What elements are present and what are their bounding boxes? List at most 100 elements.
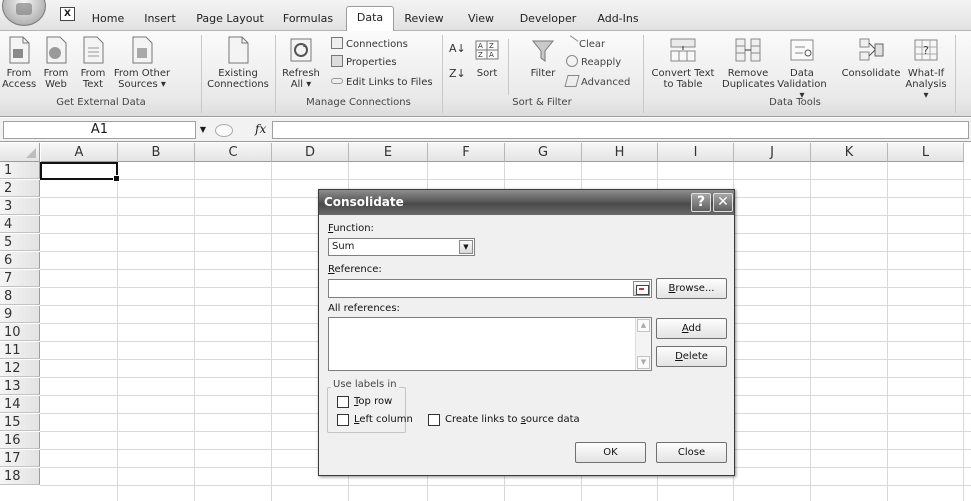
left-column-checkbox[interactable] xyxy=(337,414,349,426)
tab-page-layout[interactable]: Page Layout xyxy=(192,8,268,31)
collapse-dialog-icon[interactable] xyxy=(633,281,650,296)
active-cell[interactable] xyxy=(40,162,120,182)
reapply-button[interactable]: Reapply xyxy=(566,55,621,71)
column-header-j[interactable]: J xyxy=(734,143,811,162)
scroll-down-icon[interactable]: ▼ xyxy=(637,356,650,369)
data-validation-line1: Data xyxy=(790,68,814,79)
row-header-18[interactable]: 18 xyxy=(0,468,40,485)
sort-label: Sort xyxy=(476,68,498,79)
remove-duplicates-button[interactable]: Remove Duplicates xyxy=(722,35,775,90)
row-header-1[interactable]: 1 xyxy=(0,162,40,179)
column-header-d[interactable]: D xyxy=(272,143,349,162)
tab-developer[interactable]: Developer xyxy=(516,8,580,31)
row-header-13[interactable]: 13 xyxy=(0,378,40,395)
svg-text:?: ? xyxy=(923,44,929,57)
column-header-k[interactable]: K xyxy=(811,143,888,162)
column-header-c[interactable]: C xyxy=(195,143,272,162)
properties-button[interactable]: Properties xyxy=(331,55,397,71)
existing-connections-button[interactable]: Existing Connections xyxy=(205,35,271,90)
sort-ascending-button[interactable]: A↓ xyxy=(449,41,466,57)
delete-button[interactable]: Delete xyxy=(656,346,727,367)
column-header-b[interactable]: B xyxy=(118,143,195,162)
create-links-checkbox[interactable] xyxy=(428,414,440,426)
formula-input[interactable] xyxy=(272,121,969,139)
close-button[interactable]: Close xyxy=(656,442,727,463)
insert-function-icon[interactable]: fx xyxy=(255,122,266,136)
sort-az-icon: A↓ xyxy=(449,42,466,55)
group-separator xyxy=(275,35,276,113)
row-header-3[interactable]: 3 xyxy=(0,198,40,215)
column-header-a[interactable]: A xyxy=(41,143,118,162)
qat-excel-icon[interactable]: X xyxy=(60,7,75,21)
row-header-9[interactable]: 9 xyxy=(0,306,40,323)
row-header-8[interactable]: 8 xyxy=(0,288,40,305)
row-header-4[interactable]: 4 xyxy=(0,216,40,233)
what-if-analysis-icon: ? xyxy=(914,39,938,61)
clear-filter-button[interactable]: Clear xyxy=(563,35,605,53)
column-header-h[interactable]: H xyxy=(582,143,658,162)
column-header-e[interactable]: E xyxy=(349,143,428,162)
scroll-up-icon[interactable]: ▲ xyxy=(637,319,650,332)
filter-button[interactable]: Filter xyxy=(524,35,562,79)
row-header-11[interactable]: 11 xyxy=(0,342,40,359)
column-header-f[interactable]: F xyxy=(428,143,505,162)
properties-icon xyxy=(331,55,343,67)
grid-row-line xyxy=(40,179,971,180)
edit-links-button[interactable]: Edit Links to Files xyxy=(331,75,433,91)
tab-insert[interactable]: Insert xyxy=(135,8,185,31)
row-header-5[interactable]: 5 xyxy=(0,234,40,251)
top-row-checkbox[interactable] xyxy=(337,396,349,408)
refresh-all-button[interactable]: Refresh All ▾ xyxy=(281,35,321,90)
convert-text-line2: to Table xyxy=(663,79,703,90)
column-header-g[interactable]: G xyxy=(505,143,582,162)
svg-text:A: A xyxy=(478,42,483,50)
sort-descending-button[interactable]: Z↓ xyxy=(449,66,466,82)
help-button[interactable]: ? xyxy=(691,193,711,212)
dialog-title-bar[interactable]: Consolidate ? ✕ xyxy=(319,190,734,215)
from-other-sources-button[interactable]: From Other Sources ▾ xyxy=(110,35,174,90)
ok-button[interactable]: OK xyxy=(575,442,646,463)
sort-button[interactable]: AZZA Sort xyxy=(470,35,504,79)
row-header-6[interactable]: 6 xyxy=(0,252,40,269)
dialog-close-icon[interactable]: ✕ xyxy=(713,193,733,212)
row-header-2[interactable]: 2 xyxy=(0,180,40,197)
function-dropdown[interactable]: Sum ▼ xyxy=(328,238,475,256)
tab-review[interactable]: Review xyxy=(399,8,449,31)
name-box[interactable]: A1 xyxy=(3,121,196,139)
advanced-filter-button[interactable]: Advanced xyxy=(564,75,630,91)
tab-home[interactable]: Home xyxy=(84,8,132,31)
references-scrollbar[interactable]: ▲ ▼ xyxy=(635,318,651,370)
row-header-12[interactable]: 12 xyxy=(0,360,40,377)
tab-add-ins[interactable]: Add-Ins xyxy=(590,8,646,31)
from-text-button[interactable]: From Text xyxy=(76,35,110,90)
office-button[interactable] xyxy=(2,0,46,26)
row-header-15[interactable]: 15 xyxy=(0,414,40,431)
add-button[interactable]: Add xyxy=(656,318,727,339)
reference-input[interactable] xyxy=(328,279,652,298)
row-header-7[interactable]: 7 xyxy=(0,270,40,287)
browse-button[interactable]: Browse... xyxy=(656,278,727,299)
all-references-list[interactable]: ▲ ▼ xyxy=(328,317,652,371)
grid-column-line xyxy=(194,162,195,501)
text-to-columns-button[interactable]: Convert Text to Table xyxy=(646,35,720,90)
from-access-button[interactable]: From Access xyxy=(2,35,36,90)
column-header-i[interactable]: I xyxy=(658,143,734,162)
tab-view[interactable]: View xyxy=(461,8,501,31)
row-header-16[interactable]: 16 xyxy=(0,432,40,449)
tab-formulas[interactable]: Formulas xyxy=(279,8,337,31)
remove-duplicates-line1: Remove xyxy=(727,68,769,79)
tab-data[interactable]: Data xyxy=(346,6,394,32)
name-box-dropdown-icon[interactable]: ▼ xyxy=(197,121,209,139)
chevron-down-icon[interactable]: ▼ xyxy=(459,240,473,254)
from-web-button[interactable]: From Web xyxy=(38,35,74,90)
all-references-label: All references: xyxy=(328,303,400,314)
column-header-l[interactable]: L xyxy=(888,143,964,162)
row-header-17[interactable]: 17 xyxy=(0,450,40,467)
select-all-corner[interactable] xyxy=(0,143,40,162)
consolidate-button[interactable]: Consolidate xyxy=(840,35,902,79)
row-header-14[interactable]: 14 xyxy=(0,396,40,413)
connections-button[interactable]: Connections xyxy=(331,37,408,53)
what-if-analysis-button[interactable]: ? What-If Analysis ▾ xyxy=(902,35,950,101)
data-validation-button[interactable]: Data Validation ▾ xyxy=(774,35,830,101)
row-header-10[interactable]: 10 xyxy=(0,324,40,341)
